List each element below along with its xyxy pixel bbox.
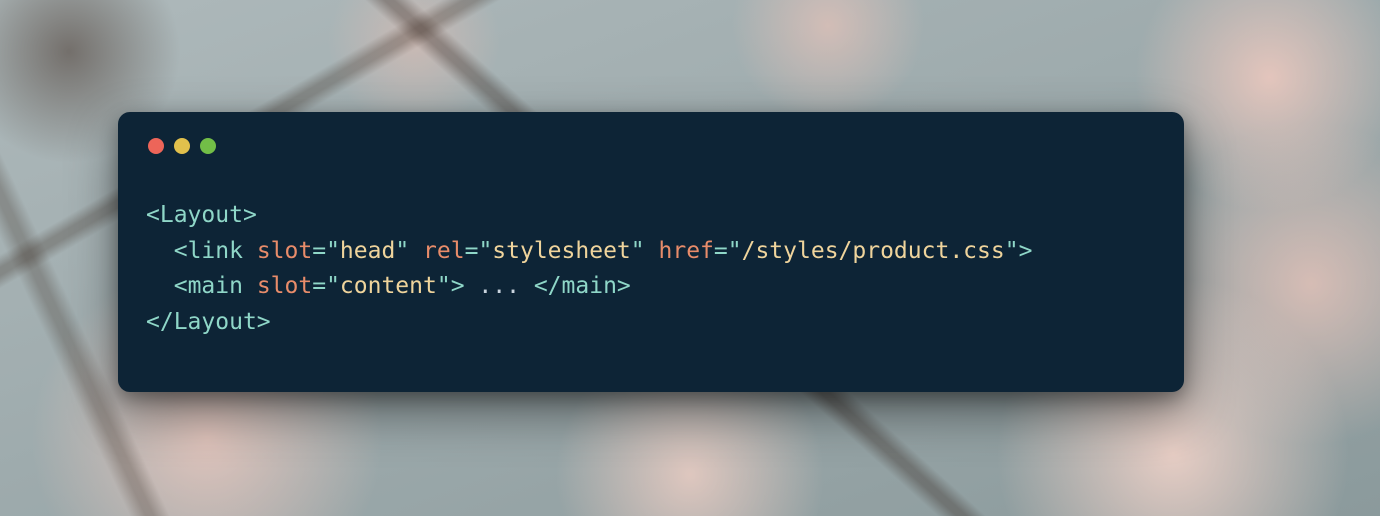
maximize-icon[interactable] bbox=[200, 138, 216, 154]
code-line-1: <Layout> bbox=[146, 202, 257, 228]
code-line-3: <main slot="content"> ... </main> bbox=[146, 273, 631, 299]
code-line-2: <link slot="head" rel="stylesheet" href=… bbox=[146, 238, 1032, 264]
code-line-4: </Layout> bbox=[146, 309, 271, 335]
close-icon[interactable] bbox=[148, 138, 164, 154]
minimize-icon[interactable] bbox=[174, 138, 190, 154]
code-window: <Layout> <link slot="head" rel="styleshe… bbox=[118, 112, 1184, 392]
window-traffic-lights bbox=[148, 138, 1156, 154]
code-block: <Layout> <link slot="head" rel="styleshe… bbox=[146, 198, 1156, 341]
